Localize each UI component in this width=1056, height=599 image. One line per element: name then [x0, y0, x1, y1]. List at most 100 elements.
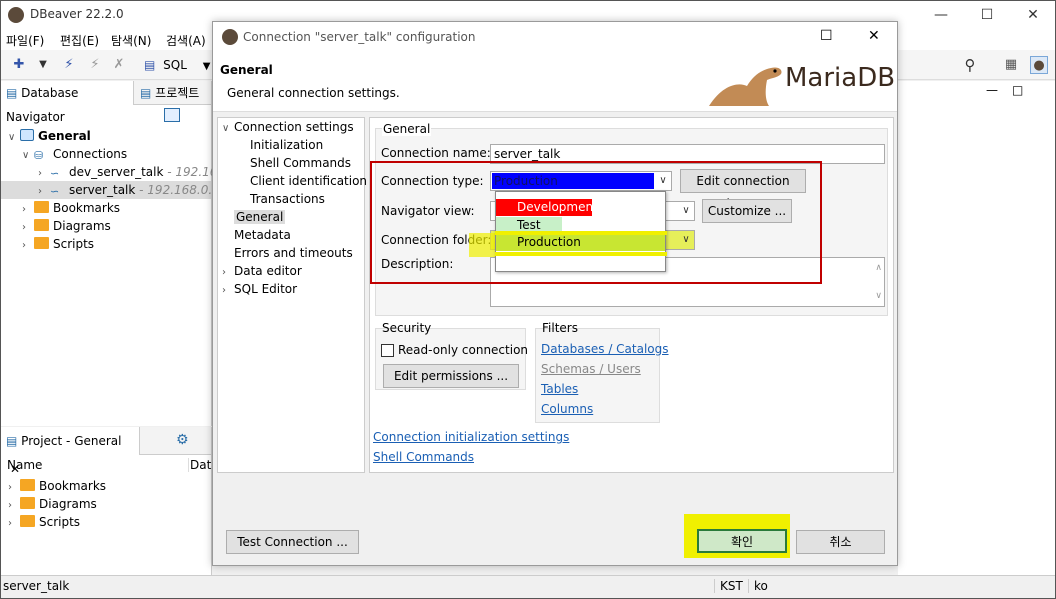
open-perspective-icon[interactable]: ▦: [1002, 56, 1020, 74]
scripts-folder-icon: [34, 237, 49, 249]
tab-database-navigator-label: Database Navigator: [6, 86, 79, 124]
project-item-bookmarks[interactable]: › Bookmarks: [8, 477, 106, 495]
tab-projects[interactable]: ▤ 프로젝트: [140, 81, 212, 105]
tab-database-navigator[interactable]: ▤ Database Navigator: [0, 81, 134, 124]
tree-item-label: Data editor: [234, 264, 302, 278]
status-bar: server_talk KST ko: [0, 575, 1056, 599]
search-icon[interactable]: ⚲: [961, 56, 979, 74]
minimize-button[interactable]: —: [918, 0, 964, 30]
project-icon: ▤: [6, 434, 18, 448]
edit-permissions-button[interactable]: Edit permissions ...: [383, 364, 519, 388]
column-header-name[interactable]: Name: [7, 458, 42, 472]
menu-search[interactable]: 검색(A): [166, 32, 206, 49]
tree-node-connections[interactable]: ∨ ⛁ Connections: [22, 145, 127, 163]
tree-item-connection-settings[interactable]: ∨ Connection settings: [222, 118, 354, 136]
tree-node-diagrams[interactable]: › Diagrams: [22, 217, 111, 235]
dialog-title-bar: Connection "server_talk" configuration ☐…: [213, 22, 897, 52]
menu-edit[interactable]: 편집(E): [60, 32, 99, 49]
tree-item-client-identification[interactable]: Client identification: [222, 172, 367, 190]
tab-projects-label: 프로젝트: [155, 86, 200, 100]
close-button[interactable]: ✕: [1010, 0, 1056, 30]
readonly-checkbox[interactable]: [381, 344, 394, 357]
new-connection-icon[interactable]: ✚: [10, 56, 28, 74]
connections-icon: ⛁: [34, 149, 44, 162]
filter-tables-link[interactable]: Tables: [541, 382, 578, 396]
connect-icon[interactable]: ⚡: [60, 56, 78, 74]
connection-config-dialog: Connection "server_talk" configuration ☐…: [212, 21, 898, 566]
tree-item-label: Metadata: [234, 228, 291, 242]
connection-init-settings-link[interactable]: Connection initialization settings: [373, 430, 569, 444]
filter-columns-link[interactable]: Columns: [541, 402, 593, 416]
new-connection-small-icon[interactable]: [164, 108, 180, 122]
project-item-label: Scripts: [39, 515, 81, 529]
dialog-title: Connection "server_talk" configuration: [243, 30, 476, 44]
tree-node-label: Bookmarks: [53, 201, 121, 215]
tree-node-server-talk[interactable]: › ∽ server_talk - 192.168.0.1: [0, 181, 220, 199]
menu-file[interactable]: 파일(F): [6, 32, 44, 49]
dialog-close-button[interactable]: ✕: [868, 28, 880, 44]
tree-item-label: General: [234, 210, 286, 224]
tree-item-data-editor[interactable]: › Data editor: [222, 262, 302, 280]
app-title: DBeaver 22.2.0: [30, 7, 124, 21]
tree-node-scripts[interactable]: › Scripts: [22, 235, 94, 253]
tab-project-general[interactable]: ▤ Project - General ✕: [0, 427, 140, 476]
tree-item-errors-timeouts[interactable]: Errors and timeouts: [222, 244, 353, 262]
cancel-button[interactable]: 취소: [796, 530, 885, 554]
invalidate-icon[interactable]: ✗: [110, 56, 128, 74]
filter-schemas-link[interactable]: Schemas / Users: [541, 362, 641, 376]
dbeaver-perspective-icon[interactable]: ●: [1030, 56, 1048, 74]
chevron-down-icon[interactable]: ∨: [22, 147, 34, 165]
chevron-right-icon[interactable]: ›: [222, 282, 234, 300]
gear-icon[interactable]: ⚙: [176, 432, 189, 448]
maximize-view-icon[interactable]: □: [1012, 83, 1023, 97]
dbeaver-logo-icon: [222, 29, 238, 45]
yellow-highlight-production-bottom: [495, 252, 667, 256]
sql-editor-button[interactable]: ▤ SQL ▼: [144, 56, 210, 74]
scroll-down-icon[interactable]: ∨: [875, 287, 882, 305]
tree-item-label: Shell Commands: [250, 156, 352, 170]
scroll-up-icon[interactable]: ∧: [875, 259, 882, 277]
project-item-label: Bookmarks: [39, 479, 107, 493]
tree-item-transactions[interactable]: Transactions: [222, 190, 325, 208]
dropdown-arrow-icon[interactable]: ▼: [34, 56, 52, 74]
tree-item-initialization[interactable]: Initialization: [222, 136, 323, 154]
tree-node-dev-server-talk[interactable]: › ∽ dev_server_talk - 192.168: [38, 163, 225, 181]
yellow-highlight-production: [495, 231, 667, 235]
tree-item-label: Errors and timeouts: [234, 246, 353, 260]
filter-databases-link[interactable]: Databases / Catalogs: [541, 342, 669, 356]
minimize-view-icon[interactable]: —: [986, 83, 998, 97]
database-navigator-panel: ▤ Database Navigator ▤ 프로젝트 ∨ General ∨ ⛁ C…: [0, 81, 225, 426]
sql-icon: ▤: [144, 58, 156, 72]
tree-item-label: Client identification: [250, 174, 368, 188]
shell-commands-link[interactable]: Shell Commands: [373, 450, 474, 464]
option-development[interactable]: Development: [496, 199, 598, 216]
test-connection-button[interactable]: Test Connection ...: [226, 530, 359, 554]
dbeaver-logo-icon: [8, 7, 24, 23]
tree-item-shell-commands[interactable]: Shell Commands: [222, 154, 351, 172]
dialog-maximize-button[interactable]: ☐: [820, 28, 833, 44]
option-production[interactable]: Production: [496, 234, 665, 251]
tree-node-bookmarks[interactable]: › Bookmarks: [22, 199, 120, 217]
header-description: General connection settings.: [227, 86, 400, 100]
dialog-header: General General connection settings. Mar…: [213, 52, 897, 112]
readonly-label[interactable]: Read-only connection: [398, 343, 528, 357]
tree-node-general[interactable]: ∨ General: [8, 127, 91, 145]
connection-icon: ∽: [50, 185, 60, 198]
tree-item-metadata[interactable]: Metadata: [222, 226, 291, 244]
disconnect-icon[interactable]: ⚡: [86, 56, 104, 74]
chevron-down-icon[interactable]: ∨: [8, 129, 20, 147]
tree-node-label: Diagrams: [53, 219, 111, 233]
tree-item-general[interactable]: General: [222, 208, 286, 226]
status-selected-node: server_talk: [3, 579, 70, 593]
project-item-scripts[interactable]: › Scripts: [8, 513, 80, 531]
editor-area: — □: [898, 81, 1056, 575]
filters-group-title: Filters: [542, 321, 578, 335]
chevron-right-icon[interactable]: ›: [8, 515, 20, 533]
tree-item-sql-editor[interactable]: › SQL Editor: [222, 280, 297, 298]
ok-button[interactable]: 확인: [697, 529, 787, 553]
tree-item-label: SQL Editor: [234, 282, 298, 296]
maximize-button[interactable]: ☐: [964, 0, 1010, 30]
menu-navigate[interactable]: 탐색(N): [111, 32, 151, 49]
project-item-diagrams[interactable]: › Diagrams: [8, 495, 97, 513]
chevron-right-icon[interactable]: ›: [22, 237, 34, 255]
